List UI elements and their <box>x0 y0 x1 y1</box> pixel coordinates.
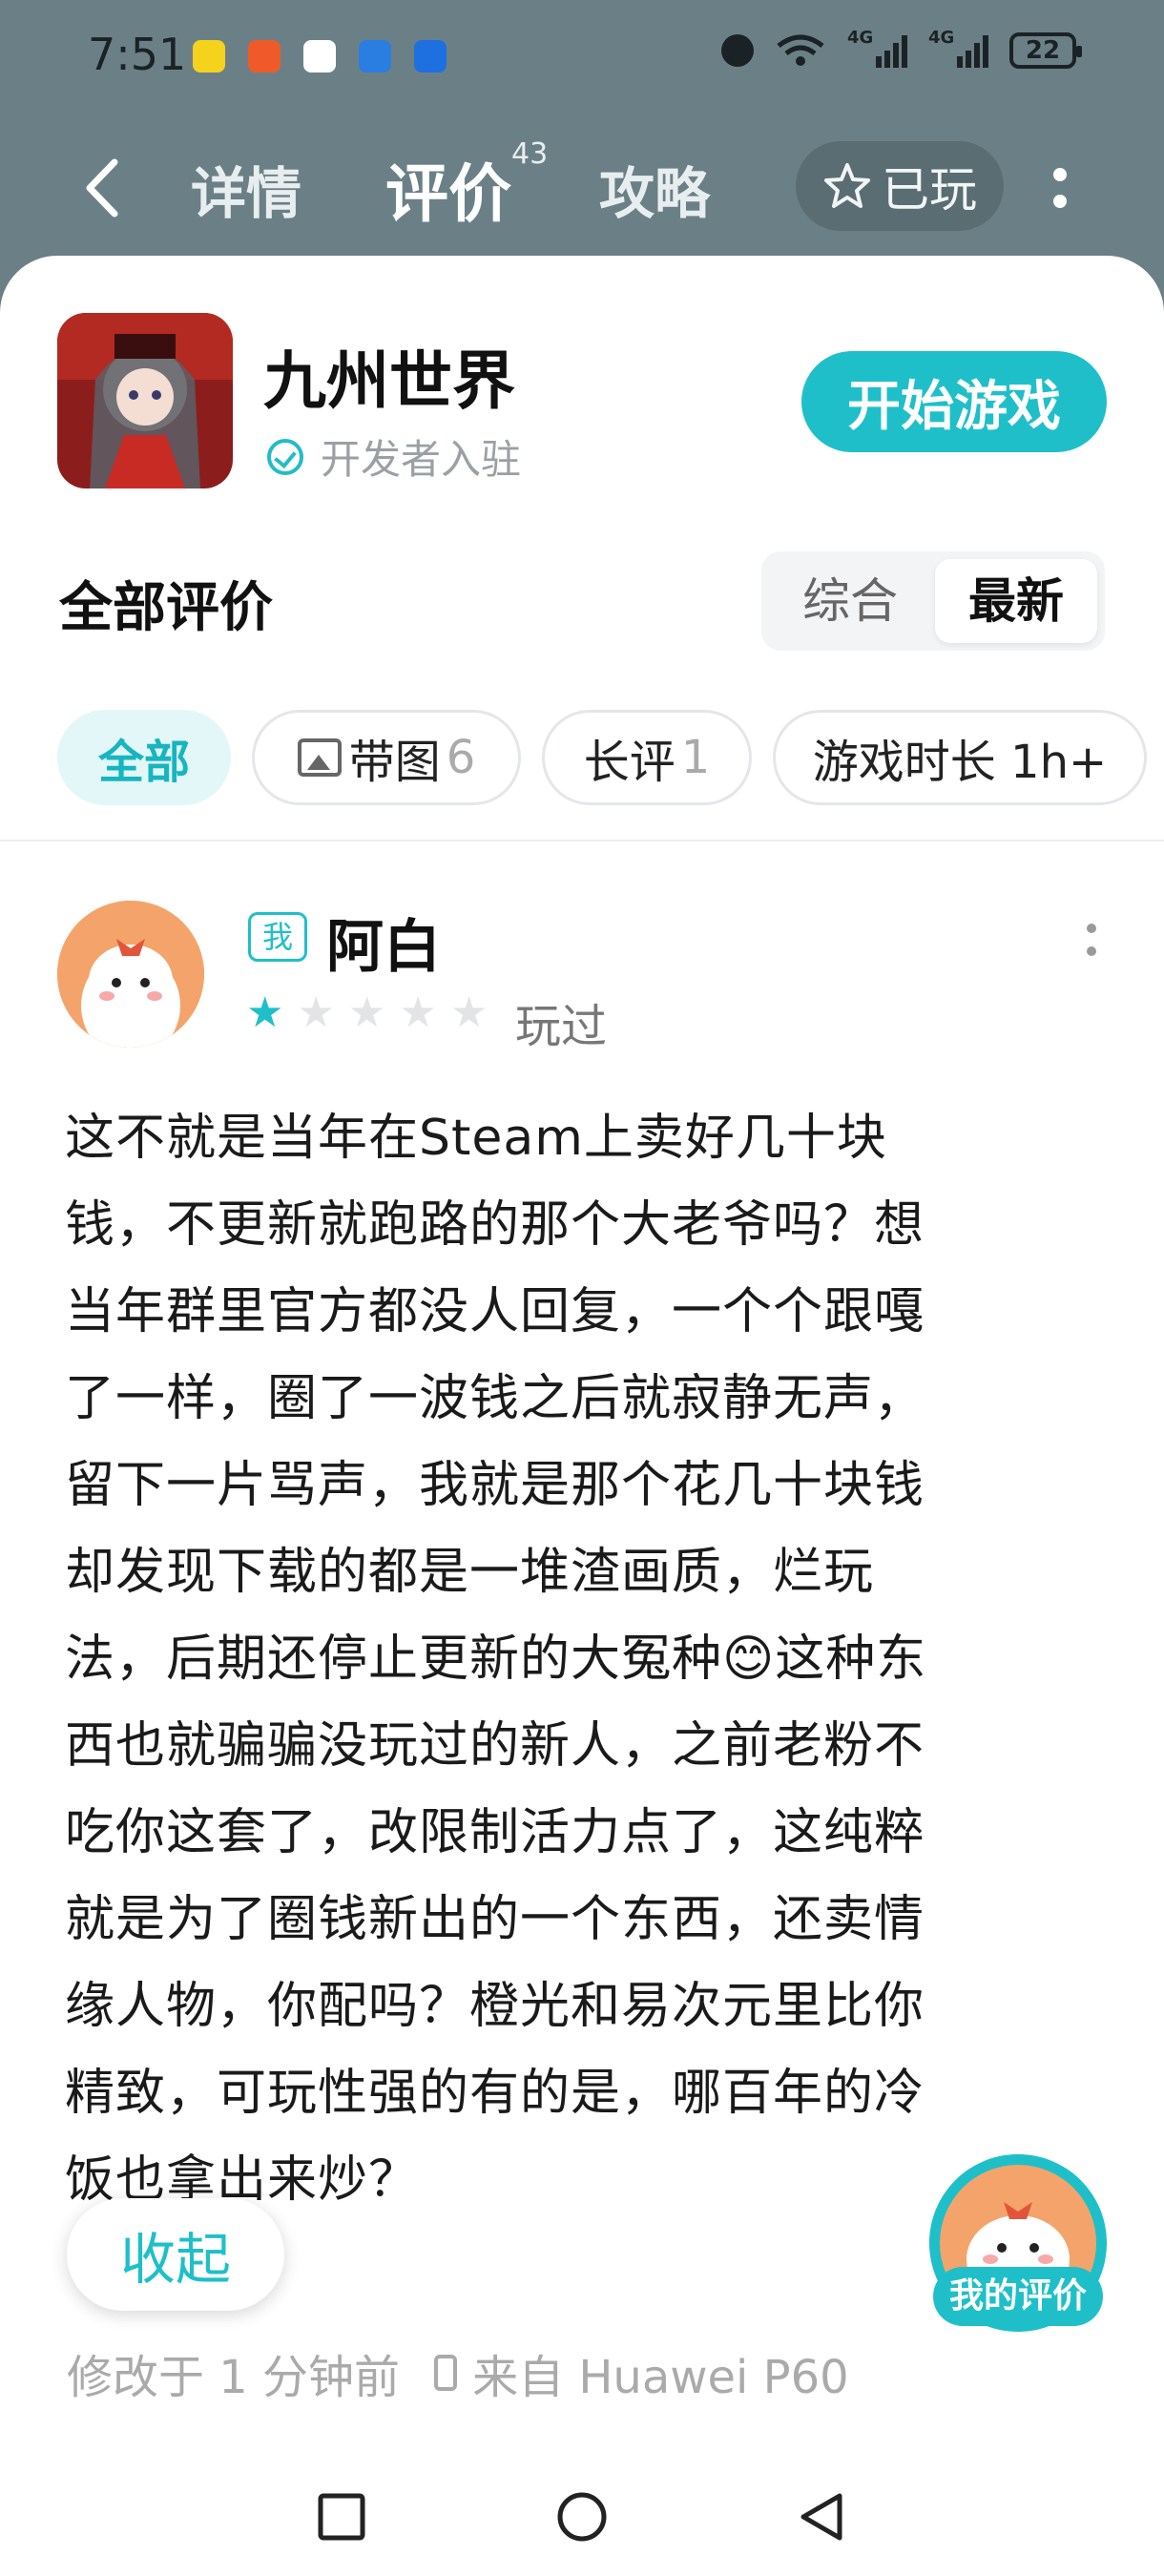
developer-badge-label: 开发者入驻 <box>321 436 522 483</box>
status-time: 7:51 <box>88 29 187 80</box>
filter-chip-playtime-label: 游戏时长 1h+ <box>812 736 1108 789</box>
star-icon: ★ <box>399 988 437 1037</box>
calendar-notification-icon <box>303 40 336 73</box>
message-notification-icon <box>193 40 225 73</box>
more-options-icon[interactable] <box>1050 162 1070 219</box>
play-status-label: 玩过 <box>515 1000 608 1053</box>
tab-details[interactable]: 详情 <box>191 149 301 229</box>
signal-icon: 4G <box>847 28 907 68</box>
collapse-button[interactable]: 收起 <box>67 2198 284 2311</box>
star-icon: ★ <box>449 988 488 1037</box>
phone-icon <box>434 2355 458 2391</box>
filter-chip-playtime[interactable]: 游戏时长 1h+ <box>773 710 1147 805</box>
battery-icon: 22 <box>1009 32 1082 69</box>
hotspot-notification-icon <box>359 40 391 73</box>
back-arrow-icon[interactable] <box>73 155 130 221</box>
filter-chip-all[interactable]: 全部 <box>57 710 231 805</box>
review-text: 这不就是当年在Steam上卖好几十块 钱，不更新就跑路的那个大老爷吗？想 当年群… <box>65 1110 927 2209</box>
star-outline-icon <box>824 163 870 208</box>
filter-chip-long-label: 长评 <box>583 736 676 789</box>
filter-chip-all-label: 全部 <box>97 736 190 789</box>
review-username[interactable]: 阿白 <box>326 901 441 984</box>
home-icon[interactable] <box>555 2490 609 2544</box>
filter-chip-with-images[interactable]: 带图 6 <box>252 710 521 805</box>
signal-icon-2: 4G <box>928 28 988 68</box>
sort-option-latest[interactable]: 最新 <box>935 559 1097 643</box>
tab-guides[interactable]: 攻略 <box>599 149 710 229</box>
game-icon <box>57 313 233 488</box>
device-source: 来自 Huawei P60 <box>472 2351 849 2404</box>
my-review-button[interactable]: 我的评价 <box>933 2267 1103 2326</box>
star-icon: ★ <box>347 988 386 1037</box>
filter-chip-long-count: 1 <box>680 731 711 784</box>
network-type-label-2: 4G <box>928 28 955 48</box>
app-notification-icon <box>248 40 281 73</box>
modified-time: 修改于 1 分钟前 <box>67 2351 401 2404</box>
verified-check-icon <box>267 438 303 475</box>
wifi-icon <box>777 34 824 66</box>
played-button[interactable]: 已玩 <box>796 141 1004 231</box>
sort-option-comprehensive[interactable]: 综合 <box>769 559 931 643</box>
back-nav-icon[interactable] <box>796 2490 849 2544</box>
filter-chip-long-review[interactable]: 长评 1 <box>542 710 752 805</box>
rating-stars: ★ ★ ★ ★ ★ <box>246 992 488 1034</box>
tab-reviews[interactable]: 评价 <box>385 143 511 235</box>
user-avatar[interactable] <box>57 901 204 1048</box>
section-divider <box>0 840 1164 841</box>
review-more-options-icon[interactable] <box>1084 924 1099 971</box>
played-label: 已玩 <box>882 162 977 218</box>
recent-apps-icon[interactable] <box>315 2490 368 2544</box>
star-icon: ★ <box>246 988 284 1037</box>
all-reviews-title: 全部评价 <box>59 577 273 639</box>
system-navigation-bar <box>0 2462 1164 2576</box>
filter-chip-images-label: 带图 <box>348 736 441 789</box>
review-meta: 修改于 1 分钟前 来自 Huawei P60 <box>67 2339 849 2406</box>
top-navigation: 详情 评价 43 攻略 已玩 <box>0 134 1164 239</box>
filter-chip-images-count: 6 <box>446 731 476 784</box>
image-icon <box>297 738 342 777</box>
developer-verified-row: 开发者入驻 <box>267 427 521 486</box>
star-icon: ★ <box>297 988 335 1037</box>
start-game-button[interactable]: 开始游戏 <box>801 351 1107 452</box>
network-type-label: 4G <box>847 28 874 48</box>
alarm-icon <box>721 34 754 67</box>
reviews-count-badge: 43 <box>511 137 549 171</box>
game-title: 九州世界 <box>263 344 515 418</box>
status-bar: 7:51 4G 4G 22 <box>0 0 1164 114</box>
tips-notification-icon <box>414 40 447 73</box>
me-tag: 我 <box>248 912 307 962</box>
sort-toggle: 综合 最新 <box>761 551 1105 651</box>
